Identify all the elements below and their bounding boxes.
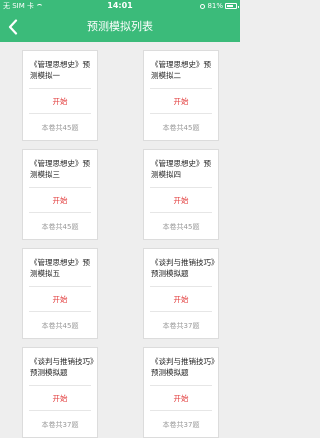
exam-card[interactable]: 《谈判与推销技巧》预测模拟题 开始 本卷共37题 [143,347,219,438]
question-count: 本卷共45题 [41,322,79,330]
exam-title: 《管理思想史》预测模拟二 [151,60,211,80]
question-count: 本卷共45题 [41,124,79,132]
question-count: 本卷共45题 [162,223,200,231]
divider [150,88,212,89]
exam-card[interactable]: 《管理思想史》预测模拟五 开始 本卷共45题 [22,248,98,339]
start-button[interactable]: 开始 [144,393,218,404]
exam-card[interactable]: 《管理思想史》预测模拟三 开始 本卷共45题 [22,149,98,240]
divider [29,88,91,89]
exam-card[interactable]: 《管理思想史》预测模拟二 开始 本卷共45题 [143,50,219,141]
exam-title: 《管理思想史》预测模拟三 [30,159,90,179]
exam-title: 《谈判与推销技巧》预测模拟题 [151,258,215,278]
nav-bar: 预测模拟列表 [0,12,240,42]
start-button[interactable]: 开始 [23,195,97,206]
battery-percent: 81% [207,2,223,10]
exam-title: 《谈判与推销技巧》预测模拟题 [30,357,94,377]
exam-card[interactable]: 《谈判与推销技巧》预测模拟题 开始 本卷共37题 [22,347,98,438]
question-count: 本卷共45题 [162,124,200,132]
exam-title: 《谈判与推销技巧》预测模拟题 [151,357,215,377]
exam-title: 《管理思想史》预测模拟四 [151,159,211,179]
question-count: 本卷共37题 [162,322,200,330]
question-count: 本卷共45题 [41,223,79,231]
divider [150,286,212,287]
start-button[interactable]: 开始 [23,393,97,404]
battery-fill [227,5,234,7]
divider [29,311,91,312]
exam-title: 《管理思想史》预测模拟五 [30,258,90,278]
divider [29,113,91,114]
status-right: 81% [200,0,239,12]
start-button[interactable]: 开始 [144,294,218,305]
divider [150,410,212,411]
divider [150,212,212,213]
divider [150,385,212,386]
start-button[interactable]: 开始 [23,96,97,107]
exam-card[interactable]: 《谈判与推销技巧》预测模拟题 开始 本卷共37题 [143,248,219,339]
start-button[interactable]: 开始 [144,96,218,107]
divider [150,311,212,312]
divider [29,385,91,386]
divider [150,113,212,114]
divider [29,187,91,188]
question-count: 本卷共37题 [41,421,79,429]
divider [29,410,91,411]
divider [29,212,91,213]
divider [29,286,91,287]
exam-card[interactable]: 《管理思想史》预测模拟一 开始 本卷共45题 [22,50,98,141]
start-button[interactable]: 开始 [23,294,97,305]
exam-title: 《管理思想史》预测模拟一 [30,60,90,80]
question-count: 本卷共37题 [162,421,200,429]
battery-icon [225,3,239,9]
page-title: 预测模拟列表 [87,20,153,33]
exam-card[interactable]: 《管理思想史》预测模拟四 开始 本卷共45题 [143,149,219,240]
start-button[interactable]: 开始 [144,195,218,206]
orientation-lock-icon [200,3,206,9]
divider [150,187,212,188]
status-bar: 无 SIM 卡 14:01 81% [0,0,240,12]
